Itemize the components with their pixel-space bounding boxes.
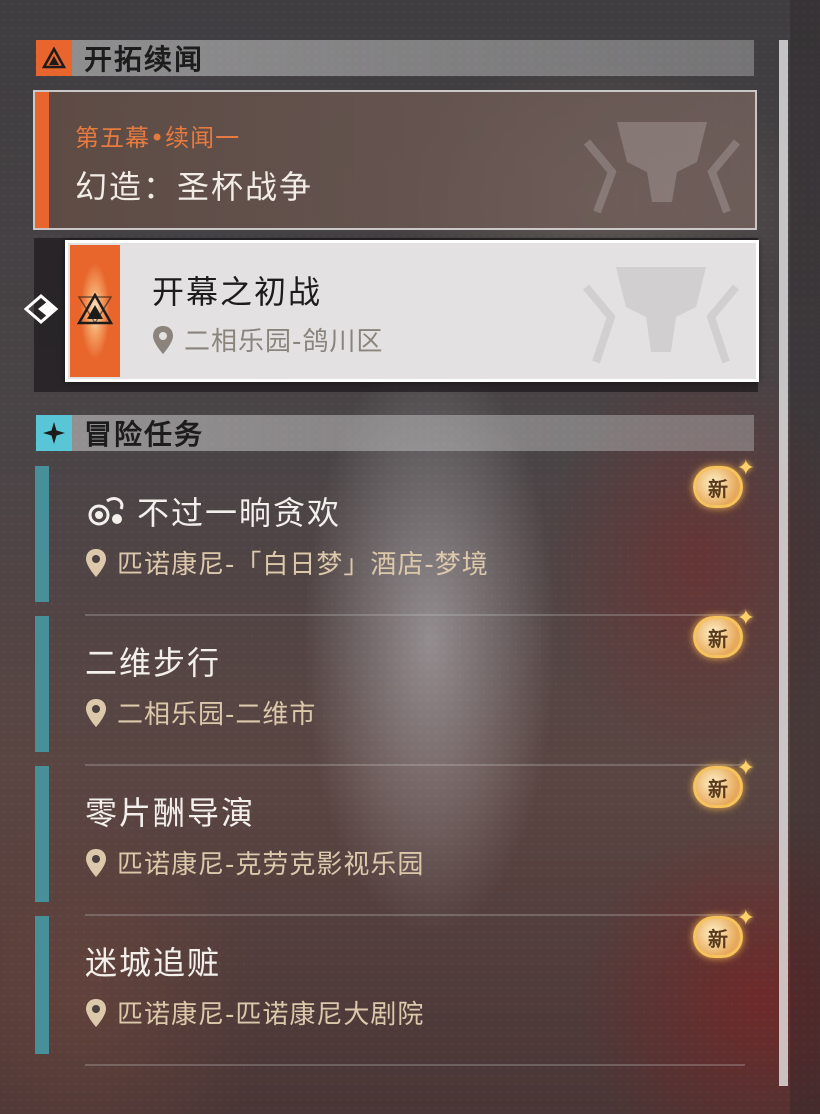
sparkle-icon: ✦ [736,606,755,631]
quest-title: 迷城追赃 [85,944,222,982]
quest-title-row: 不过一晌贪欢 [85,488,341,534]
mission-thumbnail [70,245,120,377]
location-pin-icon [86,998,106,1027]
quest-location: 匹诺康尼-「白日梦」酒店-梦境 [85,544,489,581]
quest-accent-bar [35,766,49,902]
mission-title: 开幕之初战 [152,273,323,311]
section-header-trailblaze: 开拓续闻 [36,40,754,76]
quest-title-row: 零片酬导演 [85,788,255,834]
section-title: 冒险任务 [84,418,205,451]
story-card[interactable]: 第五幕•续闻一 幻造：圣杯战争 [33,90,757,230]
quest-accent-bar [35,466,49,602]
trailblaze-icon [36,40,72,76]
location-pin-icon [86,848,106,877]
next-quest-accent-bar [35,1044,49,1054]
dream-bubble-icon [88,497,124,526]
adventure-icon [36,415,72,451]
selected-mission-card[interactable]: 开幕之初战 二相乐园-鸽川区 [65,240,759,382]
story-chapter: 第五幕•续闻一 [75,124,241,152]
quest-title-row: 迷城追赃 [85,938,221,984]
story-title: 幻造：圣杯战争 [75,168,314,206]
faction-emblem-icon [583,122,741,214]
new-badge: 新 ✦ [693,756,755,812]
quest-accent-bar [35,916,49,1052]
sparkle-icon: ✦ [736,756,755,781]
new-badge-label: 新 [693,916,743,958]
new-badge: 新 ✦ [693,906,755,962]
story-accent-bar [35,92,49,228]
new-badge: 新 ✦ [693,606,755,662]
quest-item[interactable]: 不过一晌贪欢 匹诺康尼-「白日梦」酒店-梦境 新 ✦ [35,456,755,616]
location-text: 匹诺康尼-克劳克影视乐园 [117,850,425,880]
quest-title: 二维步行 [85,644,222,682]
location-text: 二相乐园-二维市 [117,700,317,730]
mission-type-icon [77,293,113,325]
quest-location: 匹诺康尼-克劳克影视乐园 [85,844,424,881]
right-edge-panel [790,0,820,1114]
new-badge-label: 新 [693,466,743,508]
location-text: 匹诺康尼-「白日梦」酒店-梦境 [117,550,489,580]
new-badge: 新 ✦ [693,456,755,512]
quest-location: 匹诺康尼-匹诺康尼大剧院 [85,994,424,1031]
quest-item[interactable]: 迷城追赃 匹诺康尼-匹诺康尼大剧院 新 ✦ [35,906,755,1066]
section-title: 开拓续闻 [84,43,205,76]
quest-item[interactable]: 二维步行 二相乐园-二维市 新 ✦ [35,606,755,766]
section-header-adventure: 冒险任务 [36,415,754,451]
sparkle-icon: ✦ [736,456,755,481]
location-pin-icon [86,698,106,727]
quest-title: 零片酬导演 [85,794,256,832]
location-pin-icon [86,548,106,577]
quest-title: 不过一晌贪欢 [137,494,342,532]
mission-location: 二相乐园-鸽川区 [152,321,383,358]
location-text: 二相乐园-鸽川区 [184,327,384,357]
quest-accent-bar [35,616,49,752]
quest-item[interactable]: 零片酬导演 匹诺康尼-克劳克影视乐园 新 ✦ [35,756,755,916]
location-text: 匹诺康尼-匹诺康尼大剧院 [117,1000,425,1030]
new-badge-label: 新 [693,766,743,808]
scrollbar[interactable] [779,40,788,1086]
sparkle-icon: ✦ [736,906,755,931]
divider [85,1064,745,1066]
quest-location: 二相乐园-二维市 [85,694,316,731]
faction-emblem-icon [582,267,740,364]
selection-arrow-icon [24,294,59,324]
location-pin-icon [153,325,173,354]
new-badge-label: 新 [693,616,743,658]
quest-title-row: 二维步行 [85,638,221,684]
